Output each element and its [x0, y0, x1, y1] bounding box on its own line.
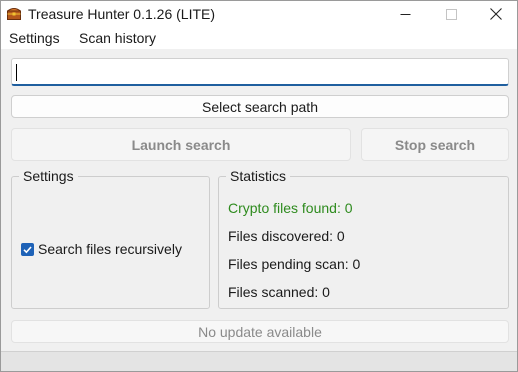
status-bar — [1, 351, 517, 371]
close-button[interactable] — [473, 1, 518, 28]
window-title: Treasure Hunter 0.1.26 (LITE) — [28, 6, 216, 22]
recursive-checkbox-row[interactable]: Search files recursively — [21, 241, 182, 257]
settings-group: Settings Search files recursively — [11, 168, 210, 309]
statistics-group: Statistics Crypto files found: 0 Files d… — [218, 168, 509, 309]
treasure-chest-icon — [6, 7, 22, 20]
select-search-path-button[interactable]: Select search path — [11, 95, 509, 118]
files-pending-scan: Files pending scan: 0 — [228, 256, 361, 272]
stop-search-button[interactable]: Stop search — [361, 128, 509, 161]
title-bar[interactable]: Treasure Hunter 0.1.26 (LITE) — [1, 1, 517, 28]
minimize-icon — [400, 7, 411, 23]
app-window: Treasure Hunter 0.1.26 (LITE) Settings S… — [0, 0, 518, 372]
search-input[interactable] — [11, 58, 509, 86]
text-caret — [16, 64, 17, 81]
files-discovered: Files discovered: 0 — [228, 228, 345, 244]
recursive-checkbox[interactable] — [21, 242, 34, 256]
statistics-group-title: Statistics — [226, 168, 291, 184]
menu-scan-history[interactable]: Scan history — [79, 30, 156, 46]
recursive-checkbox-label: Search files recursively — [38, 241, 182, 257]
files-scanned: Files scanned: 0 — [228, 284, 330, 300]
menu-settings[interactable]: Settings — [9, 30, 60, 46]
maximize-icon — [445, 7, 457, 23]
maximize-button — [428, 1, 474, 28]
crypto-files-found: Crypto files found: 0 — [228, 200, 353, 216]
close-icon — [490, 7, 502, 23]
minimize-button[interactable] — [382, 1, 428, 28]
menu-bar: Settings Scan history — [1, 28, 517, 49]
update-status-button[interactable]: No update available — [11, 320, 509, 343]
launch-search-button[interactable]: Launch search — [11, 128, 351, 161]
settings-group-title: Settings — [19, 168, 78, 184]
checkmark-icon — [23, 245, 32, 253]
